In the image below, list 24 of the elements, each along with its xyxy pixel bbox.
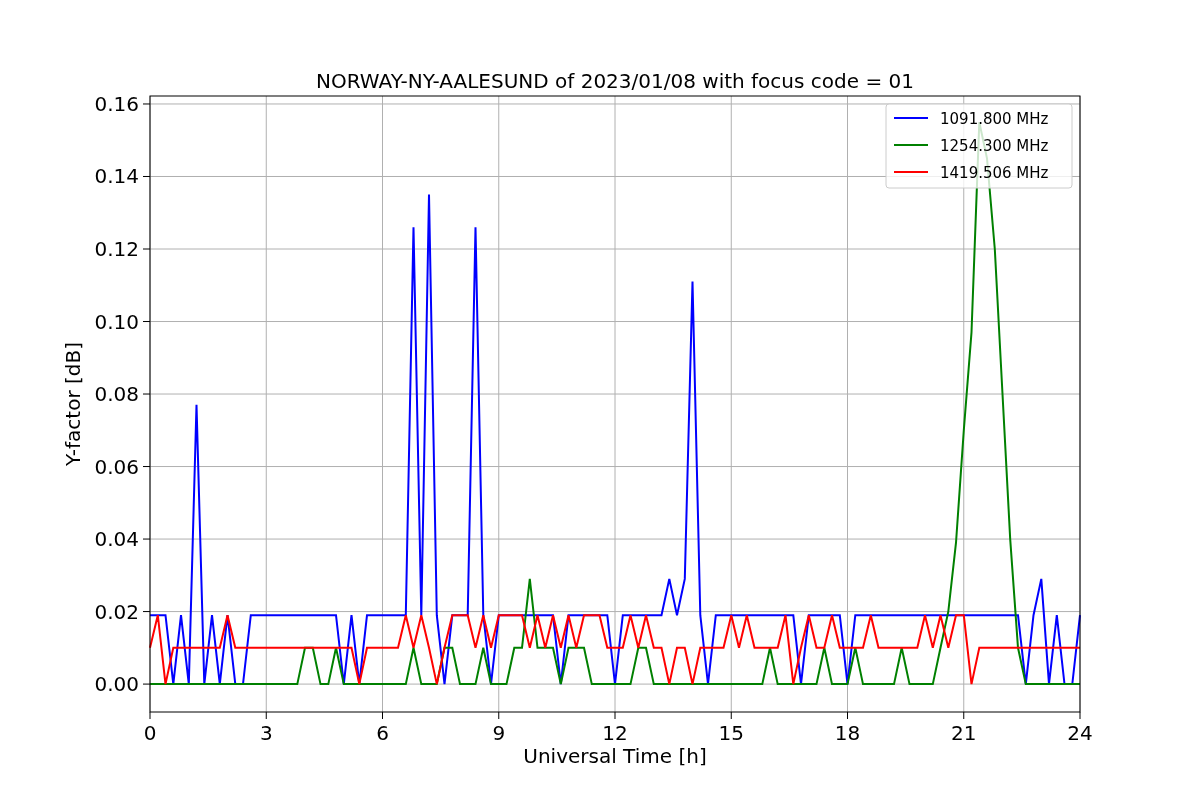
- y-tick-label: 0.08: [94, 382, 139, 407]
- y-tick-label: 0.06: [94, 454, 139, 479]
- legend-label: 1091.800 MHz: [940, 110, 1049, 128]
- x-tick-label: 6: [376, 721, 389, 745]
- y-tick-label: 0.02: [94, 599, 139, 624]
- y-axis-label: Y-factor [dB]: [61, 342, 85, 466]
- y-tick-label: 0.10: [94, 309, 139, 334]
- x-tick-label: 3: [259, 721, 273, 745]
- x-tick-label: 15: [718, 721, 744, 745]
- x-tick-label: 18: [834, 721, 861, 745]
- y-tick-label: 0.12: [94, 237, 139, 261]
- x-tick-label: 12: [602, 721, 628, 745]
- legend-label: 1254.300 MHz: [940, 137, 1049, 155]
- x-tick-label: 21: [951, 721, 977, 745]
- chart-title: NORWAY-NY-AALESUND of 2023/01/08 with focus code = 01: [316, 69, 914, 93]
- x-tick-label: 24: [1067, 721, 1093, 745]
- x-axis-label: Universal Time [h]: [523, 744, 707, 768]
- y-tick-label: 0.00: [94, 672, 139, 697]
- y-tick-label: 0.14: [94, 164, 139, 189]
- y-tick-label: 0.16: [94, 92, 139, 116]
- x-tick-label: 9: [492, 721, 506, 745]
- y-tick-label: 0.04: [94, 527, 139, 552]
- x-tick-label: 0: [143, 721, 157, 745]
- legend-label: 1419.506 MHz: [940, 164, 1049, 182]
